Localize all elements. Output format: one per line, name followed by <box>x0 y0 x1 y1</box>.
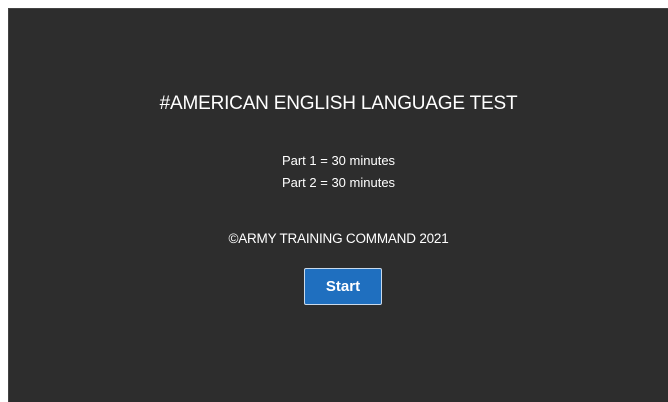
copyright-text: ©ARMY TRAINING COMMAND 2021 <box>228 231 449 246</box>
part-2-duration: Part 2 = 30 minutes <box>281 175 396 190</box>
start-button[interactable]: Start <box>304 268 382 305</box>
page-title: #AMERICAN ENGLISH LANGUAGE TEST <box>159 93 518 114</box>
test-intro-panel: #AMERICAN ENGLISH LANGUAGE TEST Part 1 =… <box>8 8 668 402</box>
parts-list: Part 1 = 30 minutes Part 2 = 30 minutes <box>9 150 668 194</box>
part-1-duration: Part 1 = 30 minutes <box>281 153 396 168</box>
